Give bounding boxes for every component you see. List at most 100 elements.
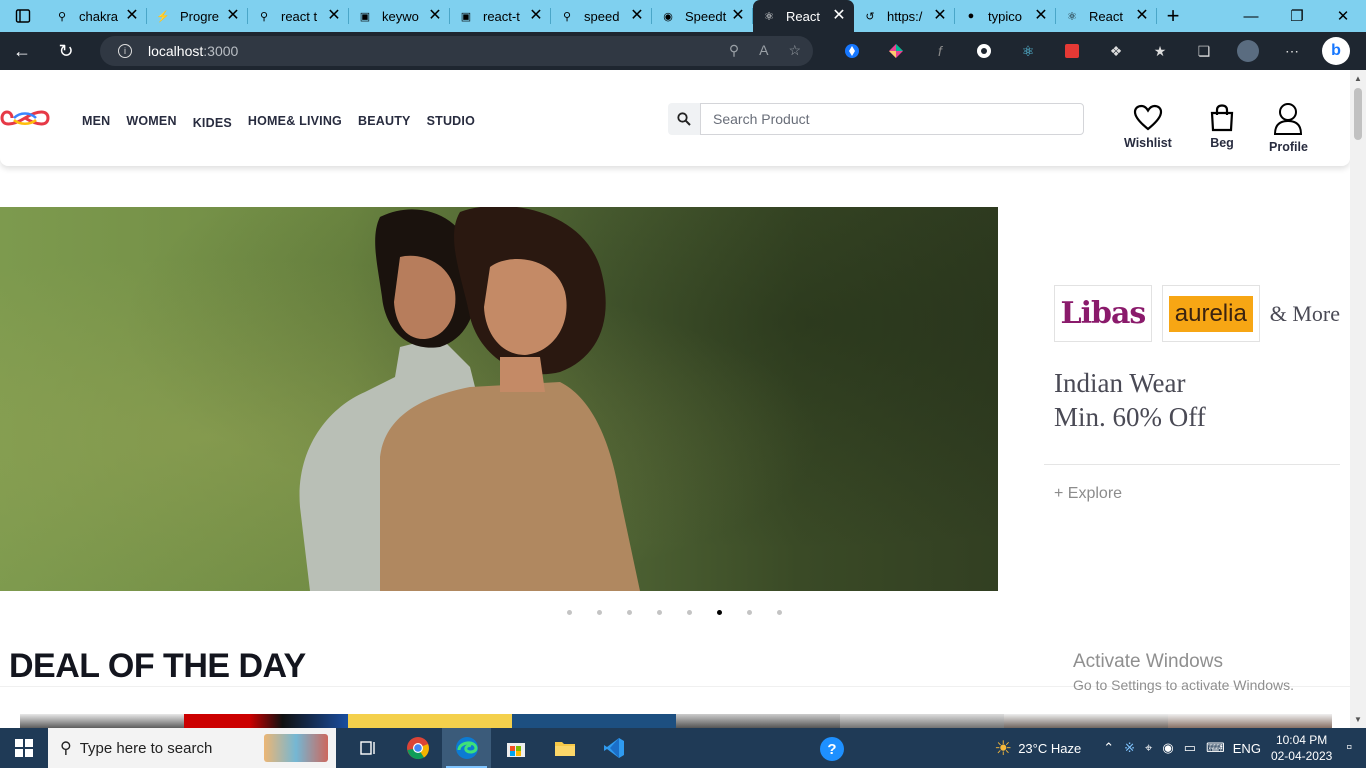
close-tab-icon[interactable]: ✕ <box>327 8 341 24</box>
close-tab-icon[interactable]: ✕ <box>226 8 240 24</box>
close-tab-icon[interactable]: ✕ <box>832 8 846 24</box>
deal-thumb[interactable] <box>676 714 840 728</box>
close-tab-icon[interactable]: ✕ <box>630 8 644 24</box>
search-icon[interactable] <box>668 103 700 135</box>
search-input[interactable] <box>700 103 1084 135</box>
scroll-down-icon[interactable]: ▼ <box>1354 715 1362 724</box>
browser-tab[interactable]: ◉ Speedt ✕ <box>652 0 753 32</box>
windows-start-icon[interactable] <box>0 728 48 768</box>
profile-button[interactable]: Profile <box>1269 102 1308 154</box>
restore-icon[interactable]: ❐ <box>1274 0 1320 32</box>
collections-icon[interactable]: ❏ <box>1182 43 1226 60</box>
deal-thumb[interactable] <box>512 714 676 728</box>
bing-icon[interactable]: b <box>1314 37 1358 65</box>
close-tab-icon[interactable]: ✕ <box>428 8 442 24</box>
network-icon[interactable]: ⌖ <box>1145 740 1152 756</box>
battery-icon[interactable]: ▭ <box>1184 740 1196 756</box>
browser-tab[interactable]: ⚲ speed ✕ <box>551 0 652 32</box>
vscode-icon[interactable] <box>589 728 638 768</box>
close-window-icon[interactable]: ✕ <box>1320 0 1366 32</box>
explore-link[interactable]: + Explore <box>1054 485 1340 503</box>
nav-women[interactable]: WOMEN <box>126 114 176 128</box>
carousel-dot[interactable] <box>711 607 741 617</box>
nav-studio[interactable]: STUDIO <box>427 114 475 128</box>
store-icon[interactable] <box>491 728 540 768</box>
deal-thumb[interactable] <box>184 714 348 728</box>
back-icon[interactable]: ← <box>0 32 44 70</box>
brand-libas-logo[interactable]: Libas <box>1054 285 1152 342</box>
extension-circle-icon[interactable] <box>962 43 1006 59</box>
carousel-dot[interactable] <box>771 607 801 617</box>
new-tab-button[interactable]: + <box>1157 0 1189 32</box>
file-explorer-icon[interactable] <box>540 728 589 768</box>
language-indicator[interactable]: ENG <box>1233 741 1261 756</box>
browser-tab[interactable]: ● typico ✕ <box>955 0 1056 32</box>
browser-tab[interactable]: ▣ keywo ✕ <box>349 0 450 32</box>
scrollbar-thumb[interactable] <box>1354 88 1362 140</box>
browser-tab[interactable]: ⚛ React ✕ <box>753 0 854 32</box>
carousel-dot[interactable] <box>651 607 681 617</box>
close-tab-icon[interactable]: ✕ <box>125 8 139 24</box>
carousel-dot[interactable] <box>591 607 621 617</box>
settings-more-icon[interactable]: ⋯ <box>1270 43 1314 60</box>
refresh-icon[interactable]: ↻ <box>44 32 88 70</box>
browser-tab[interactable]: ⚲ chakra ✕ <box>46 0 147 32</box>
brand-aurelia-logo[interactable]: aurelia <box>1161 285 1260 342</box>
extension-red-icon[interactable] <box>1050 43 1094 59</box>
browser-tab[interactable]: ⚡ Progre ✕ <box>147 0 248 32</box>
profile-avatar-icon[interactable] <box>1226 40 1270 62</box>
carousel-dot[interactable] <box>681 607 711 617</box>
bluetooth-icon[interactable]: ※ <box>1124 740 1135 756</box>
address-bar[interactable]: i localhost:3000 ⚲ A ☆ <box>100 36 813 66</box>
deal-thumb[interactable] <box>840 714 1004 728</box>
chevron-up-icon[interactable]: ⌃ <box>1103 740 1114 756</box>
edge-icon[interactable] <box>442 728 491 768</box>
browser-tab[interactable]: ⚲ react t ✕ <box>248 0 349 32</box>
taskbar-search[interactable]: ⚲ Type here to search <box>48 728 336 768</box>
nav-kides[interactable]: KIDES <box>193 116 232 130</box>
extensions-icon[interactable]: ❖ <box>1094 43 1138 60</box>
nav-home-living[interactable]: HOME& LIVING <box>248 114 342 128</box>
task-view-icon[interactable] <box>344 728 393 768</box>
keyboard-icon[interactable]: ⌨ <box>1206 740 1225 756</box>
tab-actions-icon[interactable] <box>0 0 46 32</box>
deal-thumb[interactable] <box>20 714 184 728</box>
nav-beauty[interactable]: BEAUTY <box>358 114 411 128</box>
nav-men[interactable]: MEN <box>82 114 110 128</box>
hero-banner-image[interactable] <box>0 207 998 591</box>
chrome-icon[interactable] <box>393 728 442 768</box>
favorite-add-icon[interactable]: ☆ <box>788 42 801 59</box>
extension-react-icon[interactable]: ⚛ <box>1006 43 1050 60</box>
wishlist-button[interactable]: Wishlist <box>1124 104 1172 150</box>
site-info-icon[interactable]: i <box>118 44 132 58</box>
help-icon[interactable]: ? <box>820 737 844 761</box>
close-tab-icon[interactable]: ✕ <box>529 8 543 24</box>
webcam-icon[interactable]: ◉ <box>1162 740 1173 756</box>
carousel-dot[interactable] <box>561 607 591 617</box>
extension-colors-icon[interactable] <box>874 43 918 59</box>
clock[interactable]: 10:04 PM 02-04-2023 <box>1271 732 1332 764</box>
carousel-dot[interactable] <box>621 607 651 617</box>
browser-tab[interactable]: ▣ react-t ✕ <box>450 0 551 32</box>
key-icon[interactable]: ⚲ <box>729 42 739 59</box>
close-tab-icon[interactable]: ✕ <box>1034 8 1048 24</box>
browser-tab[interactable]: ⚛ React ✕ <box>1056 0 1157 32</box>
deal-thumb[interactable] <box>1168 714 1332 728</box>
extension-formula-icon[interactable]: f <box>918 43 962 59</box>
page-scrollbar[interactable]: ▲ ▼ <box>1350 70 1366 728</box>
browser-tab[interactable]: ↺ https:/ ✕ <box>854 0 955 32</box>
close-tab-icon[interactable]: ✕ <box>1135 8 1149 24</box>
deal-thumb[interactable] <box>348 714 512 728</box>
scroll-up-icon[interactable]: ▲ <box>1354 74 1362 83</box>
bag-button[interactable]: Beg <box>1209 104 1235 150</box>
close-tab-icon[interactable]: ✕ <box>933 8 947 24</box>
deal-thumb[interactable] <box>1004 714 1168 728</box>
favorites-icon[interactable]: ★ <box>1138 43 1182 60</box>
close-tab-icon[interactable]: ✕ <box>731 8 745 24</box>
minimize-icon[interactable]: — <box>1228 0 1274 32</box>
carousel-dot[interactable] <box>741 607 771 617</box>
notifications-icon[interactable]: ▫ <box>1346 739 1352 757</box>
read-aloud-icon[interactable]: A <box>759 42 768 59</box>
extension-diamond-icon[interactable] <box>830 43 874 59</box>
logo-infinity-icon[interactable] <box>0 106 50 130</box>
